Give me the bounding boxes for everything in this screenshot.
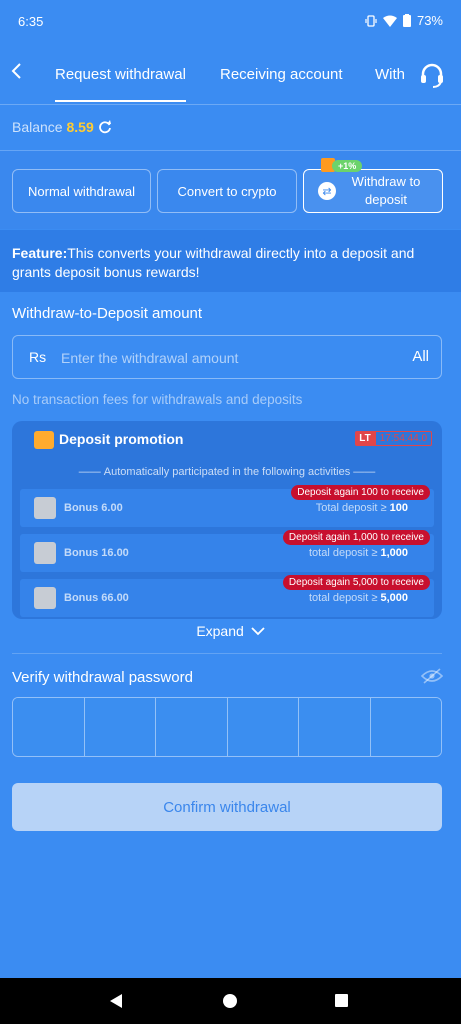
- amount-title: Withdraw-to-Deposit amount: [12, 305, 203, 322]
- home-nav-icon[interactable]: [223, 994, 237, 1008]
- deposit-again-tag: Deposit again 5,000 to receive: [282, 575, 430, 590]
- gift-box-icon: [34, 587, 56, 609]
- gift-box-icon: [34, 497, 56, 519]
- tab-request-withdrawal[interactable]: Request withdrawal: [55, 66, 186, 102]
- withdrawal-mode-row: Normal withdrawal Convert to crypto +1% …: [0, 151, 461, 229]
- promotion-title: Deposit promotion: [59, 431, 184, 447]
- fees-note: No transaction fees for withdrawals and …: [12, 392, 303, 407]
- bonus-item: Bonus 6.00 Total deposit ≥ 100 Deposit a…: [20, 485, 434, 527]
- vibrate-icon: [365, 14, 377, 27]
- bonus-badge: +1%: [332, 160, 363, 172]
- promotion-subtitle: —— Automatically participated in the fol…: [78, 466, 376, 478]
- gift-icon: [34, 431, 54, 449]
- status-icons: 73%: [365, 13, 443, 28]
- header: Request withdrawal Receiving account Wit…: [0, 44, 461, 105]
- countdown-badge: LT 17:54:44.0: [355, 431, 432, 446]
- expand-button[interactable]: Expand: [0, 623, 461, 639]
- feature-note: Feature:This converts your withdrawal di…: [0, 230, 461, 292]
- eye-off-icon[interactable]: [420, 668, 444, 684]
- back-nav-icon[interactable]: [110, 994, 122, 1008]
- battery-percent: 73%: [416, 13, 443, 28]
- chevron-down-icon: [251, 627, 265, 636]
- password-input[interactable]: [12, 697, 442, 757]
- deposit-promotion-card: Deposit promotion LT 17:54:44.0 —— Autom…: [12, 421, 442, 619]
- system-nav-bar: [0, 978, 461, 1024]
- battery-icon: [402, 14, 411, 27]
- tab-receiving-account[interactable]: Receiving account: [220, 66, 343, 83]
- password-digit-cell[interactable]: [299, 698, 371, 756]
- password-digit-cell[interactable]: [84, 698, 156, 756]
- status-bar: 6:35 73%: [0, 0, 461, 44]
- swap-icon: ⇄: [318, 182, 336, 200]
- password-title: Verify withdrawal password: [12, 669, 193, 686]
- chevron-left-icon[interactable]: [10, 62, 30, 84]
- amount-input-box[interactable]: Rs All: [12, 335, 442, 379]
- normal-withdrawal-button[interactable]: Normal withdrawal: [12, 169, 151, 213]
- recents-nav-icon[interactable]: [335, 994, 348, 1007]
- confirm-withdrawal-button[interactable]: Confirm withdrawal: [12, 783, 442, 831]
- refresh-icon[interactable]: [98, 120, 112, 134]
- balance-label: Balance 8.59: [12, 119, 112, 135]
- password-digit-cell[interactable]: [156, 698, 228, 756]
- countdown-timer: 17:54:44.0: [374, 431, 432, 446]
- all-button[interactable]: All: [412, 348, 429, 365]
- tab-withdrawal-record[interactable]: With: [375, 66, 405, 83]
- bonus-item: Bonus 66.00 total deposit ≥ 5,000 Deposi…: [20, 575, 434, 617]
- status-time: 6:35: [18, 14, 44, 29]
- withdraw-to-deposit-button[interactable]: +1% ⇄ Withdraw to deposit: [303, 158, 443, 213]
- password-digit-cell[interactable]: [227, 698, 299, 756]
- deposit-again-tag: Deposit again 100 to receive: [291, 485, 430, 500]
- headset-icon[interactable]: [417, 60, 447, 90]
- amount-input[interactable]: [59, 344, 383, 372]
- balance-row: Balance 8.59: [0, 104, 461, 151]
- password-digit-cell[interactable]: [370, 698, 441, 756]
- gift-box-icon: [34, 542, 56, 564]
- balance-value: 8.59: [66, 119, 94, 135]
- password-digit-cell[interactable]: [13, 698, 85, 756]
- convert-to-crypto-button[interactable]: Convert to crypto: [157, 169, 297, 213]
- wifi-icon: [382, 15, 397, 27]
- currency-label: Rs: [29, 349, 47, 365]
- divider: [12, 653, 442, 654]
- deposit-again-tag: Deposit again 1,000 to receive: [282, 530, 430, 545]
- bonus-item: Bonus 16.00 total deposit ≥ 1,000 Deposi…: [20, 530, 434, 572]
